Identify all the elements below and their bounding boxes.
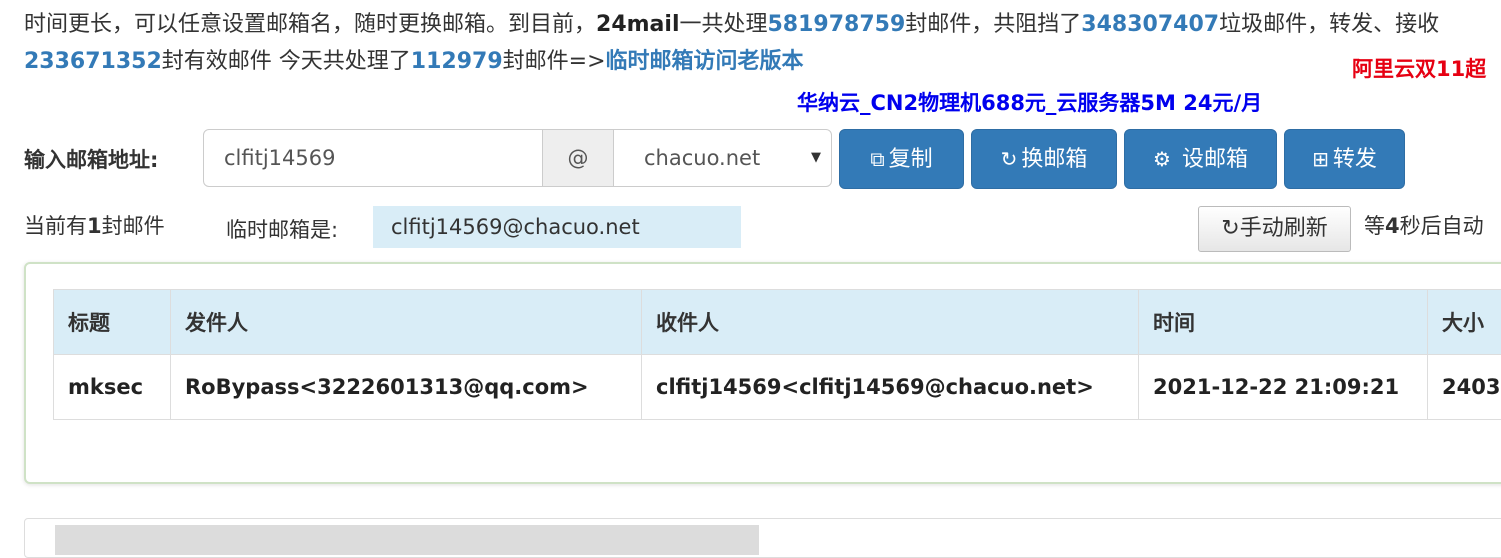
change-email-button[interactable]: ↻换邮箱 xyxy=(971,129,1117,189)
set-email-button[interactable]: ⚙ 设邮箱 xyxy=(1124,129,1277,189)
brand-name: 24mail xyxy=(596,12,679,37)
domain-select-value: chacuo.net xyxy=(644,146,760,170)
gear-icon: ⚙ xyxy=(1153,147,1171,171)
old-version-link[interactable]: 临时邮箱访问老版本 xyxy=(606,49,804,74)
today-count: 112979 xyxy=(411,49,503,74)
aliyun-ad-link[interactable]: 阿里云双11超 xyxy=(1352,53,1486,83)
username-input[interactable]: clfitj14569 xyxy=(203,129,543,187)
ad-placeholder-bar xyxy=(55,525,759,555)
mail-subject[interactable]: mksec xyxy=(54,355,171,420)
table-row[interactable]: mksec RoBypass<3222601313@qq.com> clfitj… xyxy=(54,355,1501,420)
column-header-subject: 标题 xyxy=(54,290,171,355)
countdown-seconds: 4 xyxy=(1385,214,1400,238)
intro-text: 封邮件=> xyxy=(503,49,606,74)
column-header-size: 大小 xyxy=(1428,290,1501,355)
email-address-label: 输入邮箱地址: xyxy=(24,144,158,174)
at-addon: @ xyxy=(543,129,613,187)
mail-table: 标题 发件人 收件人 时间 大小 mksec RoBypass<32226013… xyxy=(53,289,1501,420)
intro-text: 封邮件，共阻挡了 xyxy=(905,12,1081,37)
copy-button[interactable]: ⧉复制 xyxy=(839,129,964,189)
forward-button-label: 转发 xyxy=(1333,147,1377,172)
mail-table-header: 标题 发件人 收件人 时间 大小 xyxy=(54,290,1501,355)
forward-button[interactable]: ⊞转发 xyxy=(1284,129,1405,189)
mail-sender[interactable]: RoBypass<3222601313@qq.com> xyxy=(171,355,642,420)
auto-refresh-countdown: 等4秒后自动 xyxy=(1364,210,1484,240)
column-header-time: 时间 xyxy=(1139,290,1428,355)
current-email-label: 临时邮箱是: xyxy=(226,214,338,244)
intro-text: 封有效邮件 今天共处理了 xyxy=(162,49,411,74)
mail-time[interactable]: 2021-12-22 21:09:21 xyxy=(1139,355,1428,420)
bottom-content-box xyxy=(24,518,1501,558)
current-email-value: clfitj14569@chacuo.net xyxy=(373,206,741,248)
countdown-suffix: 秒后自动 xyxy=(1400,214,1484,238)
refresh-icon: ↻ xyxy=(1221,216,1239,241)
domain-select[interactable]: chacuo.net ▼ xyxy=(613,129,832,187)
manual-refresh-button[interactable]: ↻手动刷新 xyxy=(1198,206,1351,252)
column-header-recipient: 收件人 xyxy=(642,290,1139,355)
mail-count-prefix: 当前有 xyxy=(24,214,87,238)
huana-ad-link[interactable]: 华纳云_CN2物理机688元_云服务器5M 24元/月 xyxy=(797,87,1262,117)
change-email-button-label: 换邮箱 xyxy=(1021,147,1087,172)
manual-refresh-label: 手动刷新 xyxy=(1240,216,1328,241)
mail-size[interactable]: 2403 xyxy=(1428,355,1501,420)
intro-line-2: 233671352封有效邮件 今天共处理了112979封邮件=>临时邮箱访问老版… xyxy=(24,43,804,75)
plus-square-icon: ⊞ xyxy=(1312,147,1329,171)
copy-icon: ⧉ xyxy=(870,147,884,171)
mail-count: 1 xyxy=(87,214,102,238)
total-count: 581978759 xyxy=(768,12,906,37)
mail-count-suffix: 封邮件 xyxy=(102,214,165,238)
mail-count-text: 当前有1封邮件 xyxy=(24,210,165,240)
set-email-button-label: 设邮箱 xyxy=(1182,147,1248,172)
intro-text: 时间更长，可以任意设置邮箱名，随时更换邮箱。到目前， xyxy=(24,12,596,37)
intro-text: 一共处理 xyxy=(679,12,767,37)
countdown-prefix: 等 xyxy=(1364,214,1385,238)
refresh-icon: ↻ xyxy=(1001,147,1018,171)
blocked-count: 348307407 xyxy=(1081,12,1219,37)
valid-count: 233671352 xyxy=(24,49,162,74)
copy-button-label: 复制 xyxy=(889,147,933,172)
chevron-down-icon: ▼ xyxy=(811,130,821,186)
mail-recipient[interactable]: clfitj14569<clfitj14569@chacuo.net> xyxy=(642,355,1139,420)
intro-line-1: 时间更长，可以任意设置邮箱名，随时更换邮箱。到目前，24mail一共处理5819… xyxy=(24,6,1439,38)
intro-text: 垃圾邮件，转发、接收 xyxy=(1219,12,1439,37)
column-header-sender: 发件人 xyxy=(171,290,642,355)
